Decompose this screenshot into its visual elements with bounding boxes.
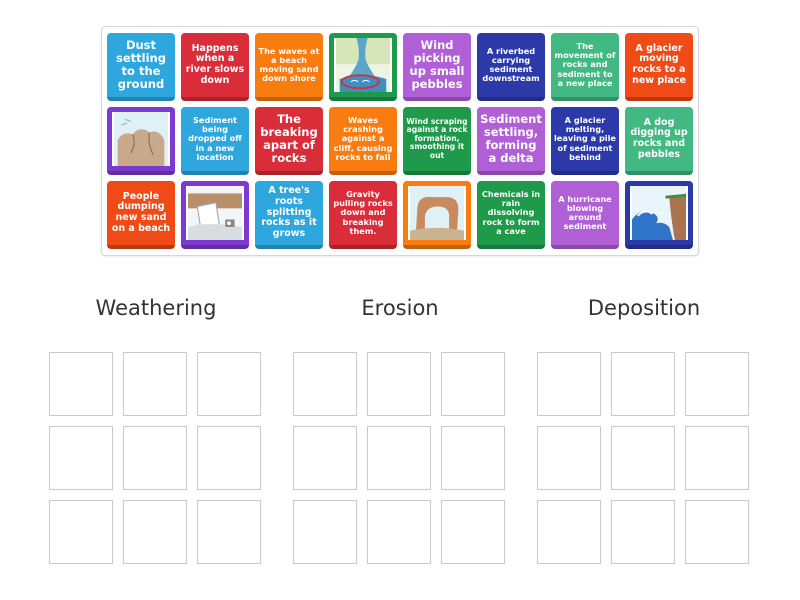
card-movement-rocks[interactable]: The movement of rocks and sediment to a …: [551, 33, 619, 101]
card-river-delta-image[interactable]: [329, 33, 397, 101]
river-delta-image: [334, 38, 392, 92]
card-wind-pebbles[interactable]: Wind picking up small pebbles: [403, 33, 471, 101]
card-breaking-apart[interactable]: The breaking apart of rocks: [255, 107, 323, 175]
card-riverbed-sediment[interactable]: A riverbed carrying sediment downstream: [477, 33, 545, 101]
card-weathered-rock-image[interactable]: [107, 107, 175, 175]
card-rock-arch-image[interactable]: [403, 181, 471, 249]
card-waves-moving-sand[interactable]: The waves at a beach moving sand down sh…: [255, 33, 323, 101]
weathered-rock-image: [112, 112, 170, 166]
category-erosion-heading: Erosion: [361, 296, 439, 320]
card-dog-digging[interactable]: A dog digging up rocks and pebbles: [625, 107, 693, 175]
card-waves-cliff[interactable]: Waves crashing against a cliff, causing …: [329, 107, 397, 175]
card-ice-boulder-image[interactable]: [181, 181, 249, 249]
erosion-drop-slot[interactable]: [367, 352, 431, 416]
erosion-drop-slot[interactable]: [293, 352, 357, 416]
erosion-drop-slot[interactable]: [367, 500, 431, 564]
erosion-drop-slot[interactable]: [441, 352, 505, 416]
card-sediment-dropped[interactable]: Sediment being dropped off in a new loca…: [181, 107, 249, 175]
deposition-drop-slot[interactable]: [685, 500, 749, 564]
card-people-dumping-sand[interactable]: People dumping new sand on a beach: [107, 181, 175, 249]
ocean-wave-cliff-image: [630, 186, 688, 240]
weathering-drop-slot[interactable]: [49, 500, 113, 564]
deposition-drop-slot[interactable]: [537, 500, 601, 564]
deposition-drop-slot[interactable]: [611, 352, 675, 416]
card-ocean-wave-cliff-image[interactable]: [625, 181, 693, 249]
card-gravity-pulling[interactable]: Gravity pulling rocks down and breaking …: [329, 181, 397, 249]
erosion-drop-slot[interactable]: [367, 426, 431, 490]
card-dust-settling[interactable]: Dust settling to the ground: [107, 33, 175, 101]
weathering-drop-slot[interactable]: [123, 500, 187, 564]
erosion-drop-slot[interactable]: [441, 426, 505, 490]
ice-boulder-image: [186, 186, 244, 240]
weathering-drop-slot[interactable]: [123, 426, 187, 490]
card-sediment-delta[interactable]: Sediment settling, forming a delta: [477, 107, 545, 175]
deposition-drop-slot[interactable]: [685, 352, 749, 416]
deposition-drop-slot[interactable]: [611, 426, 675, 490]
card-river-slows[interactable]: Happens when a river slows down: [181, 33, 249, 101]
weathering-drop-slot[interactable]: [197, 500, 261, 564]
weathering-drop-slot[interactable]: [49, 426, 113, 490]
card-hurricane-sediment[interactable]: A hurricane blowing around sediment: [551, 181, 619, 249]
deposition-drop-slot[interactable]: [685, 426, 749, 490]
erosion-drop-slot[interactable]: [293, 426, 357, 490]
weathering-drop-slot[interactable]: [197, 426, 261, 490]
weathering-drop-slot[interactable]: [197, 352, 261, 416]
card-glacier-moving[interactable]: A glacier moving rocks to a new place: [625, 33, 693, 101]
category-weathering-heading: Weathering: [95, 296, 217, 320]
card-glacier-melting[interactable]: A glacier melting, leaving a pile of sed…: [551, 107, 619, 175]
weathering-drop-slot[interactable]: [49, 352, 113, 416]
category-deposition-heading: Deposition: [587, 296, 701, 320]
deposition-drop-slot[interactable]: [611, 500, 675, 564]
weathering-drop-slot[interactable]: [123, 352, 187, 416]
card-wind-scraping[interactable]: Wind scraping against a rock formation, …: [403, 107, 471, 175]
card-tree-roots[interactable]: A tree's roots splitting rocks as it gro…: [255, 181, 323, 249]
erosion-drop-slot[interactable]: [293, 500, 357, 564]
deposition-drop-slot[interactable]: [537, 426, 601, 490]
card-chemicals-rain[interactable]: Chemicals in rain dissolving rock to for…: [477, 181, 545, 249]
rock-arch-image: [408, 186, 466, 240]
deposition-drop-slot[interactable]: [537, 352, 601, 416]
erosion-drop-slot[interactable]: [441, 500, 505, 564]
